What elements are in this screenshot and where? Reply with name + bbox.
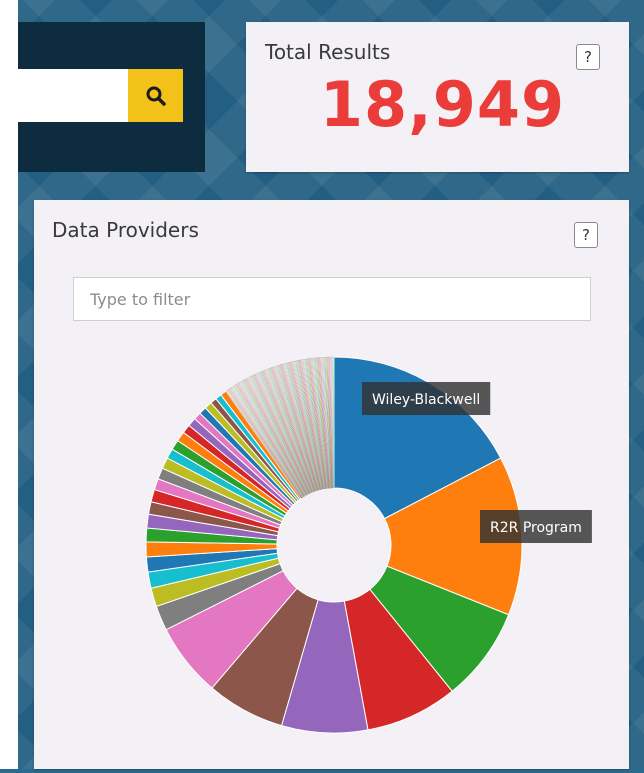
pie-chart-container: Wiley-Blackwell R2R Program	[34, 200, 629, 769]
providers-pie-chart: Wiley-Blackwell R2R Program	[145, 356, 592, 734]
results-help-button[interactable]: ?	[576, 44, 600, 70]
total-results-title: Total Results	[265, 40, 391, 64]
total-results-card: Total Results ? 18,949	[246, 22, 629, 172]
left-margin	[0, 0, 18, 769]
data-providers-card: Data Providers ? Wiley-BlackwellR2R Prog…	[34, 200, 629, 769]
total-results-count: 18,949	[319, 68, 566, 141]
tooltip-label: R2R Program	[490, 520, 582, 536]
search-panel	[18, 22, 205, 172]
search-icon	[146, 86, 166, 106]
slice-tooltip: Wiley-Blackwell	[362, 382, 491, 415]
slice-tooltip: R2R Program	[480, 510, 592, 543]
tooltip-label: Wiley-Blackwell	[372, 392, 480, 408]
search-button[interactable]	[128, 69, 183, 122]
search-input[interactable]	[18, 69, 128, 122]
